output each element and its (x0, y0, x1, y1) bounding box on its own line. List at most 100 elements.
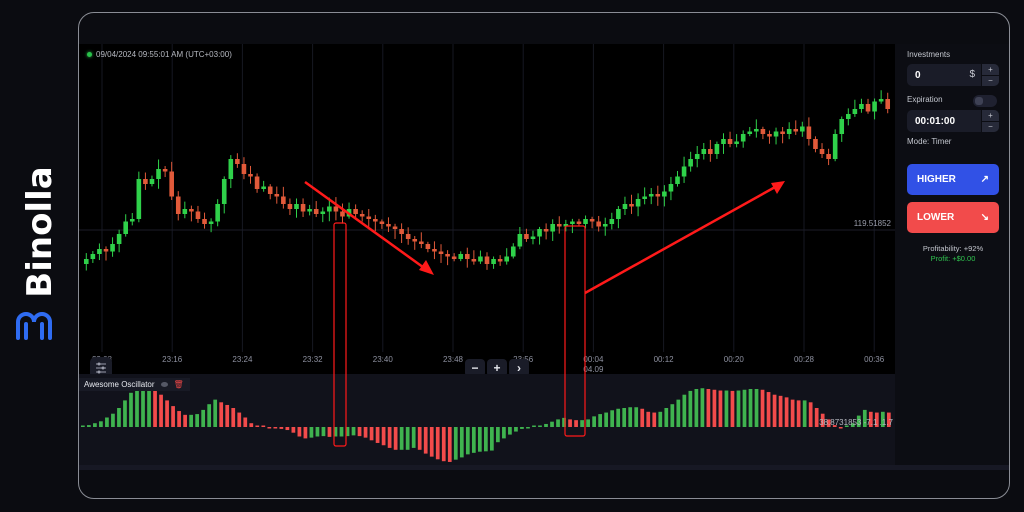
oscillator-bar-down (219, 402, 224, 427)
investment-plus-button[interactable]: + (982, 64, 999, 76)
oscillator-bar-up (508, 427, 512, 435)
oscillator-bar-down (706, 389, 711, 427)
candle-down (248, 174, 253, 177)
candle-up (537, 229, 542, 237)
oscillator-bar-up (141, 389, 145, 427)
candle-down (281, 196, 286, 204)
oscillator-bar-down (718, 390, 723, 427)
candle-down (471, 259, 477, 262)
candle-up (747, 131, 753, 134)
candlestick-chart[interactable]: 23:0823:1623:2423:3223:4023:4823:5600:04… (79, 44, 895, 379)
oscillator-bar-down (249, 423, 254, 427)
oscillator-header: Awesome Oscillator 🗑 (79, 378, 190, 391)
candle-up (136, 179, 142, 219)
oscillator-bar-up (459, 427, 464, 458)
time-tick-label: 23:16 (162, 355, 183, 364)
oscillator-bar-up (658, 411, 663, 427)
oscillator-bar-up (598, 414, 603, 427)
profit-text: Profit: +$0.00 (930, 254, 976, 263)
price-label: 119.51852 (854, 219, 892, 228)
eye-icon[interactable] (160, 382, 168, 387)
oscillator-bar-down (435, 427, 440, 460)
higher-label: HIGHER (917, 174, 956, 185)
candle-up (583, 219, 588, 224)
oscillator-bar-down (778, 395, 783, 427)
candle-up (773, 131, 779, 137)
oscillator-bar-down (375, 427, 380, 443)
trash-icon[interactable]: 🗑 (174, 380, 184, 389)
binolla-logo-icon (16, 312, 52, 340)
oscillator-bar-down (814, 408, 819, 427)
candle-down (589, 219, 595, 222)
candle-up (694, 154, 700, 159)
oscillator-bar-down (303, 427, 308, 439)
oscillator-bar-down (429, 427, 434, 457)
candle-up (570, 221, 575, 224)
highlight-box-1 (333, 222, 347, 374)
oscillator-bar-down (574, 420, 578, 427)
candle-up (602, 224, 608, 227)
candle-down (826, 154, 831, 159)
investment-input[interactable]: 0 $ + − (907, 64, 999, 86)
candle-up (662, 191, 667, 197)
candle-up (832, 134, 838, 159)
time-tick-label: 23:24 (232, 355, 253, 364)
candle-up (622, 204, 628, 209)
investment-minus-button[interactable]: − (982, 75, 999, 86)
oscillator-bar-up (453, 427, 458, 460)
expiration-stepper: + − (981, 110, 999, 132)
candle-down (484, 256, 490, 264)
bottom-scrollbar[interactable] (79, 465, 1009, 470)
oscillator-bar-up (195, 414, 200, 427)
oscillator-bar-down (796, 400, 801, 427)
oscillator-bar-down (423, 427, 428, 454)
expiration-value: 00:01:00 (915, 115, 956, 127)
candle-up (550, 224, 555, 232)
oscillator-bar-up (610, 410, 615, 427)
candle-down (708, 149, 713, 154)
candle-down (300, 204, 306, 212)
up-arrow-line (584, 184, 778, 295)
candle-down (819, 149, 825, 154)
candle-up (97, 249, 102, 254)
oscillator-bar-down (297, 427, 302, 437)
oscillator-bar-up (81, 425, 85, 427)
candle-up (458, 254, 464, 259)
oscillator-bar-up (682, 394, 687, 427)
oscillator-bar-down (568, 419, 572, 427)
candle-down (885, 99, 891, 109)
candle-up (510, 246, 516, 257)
lower-button[interactable]: LOWER ↘ (907, 202, 999, 233)
candle-down (425, 244, 431, 249)
candle-down (793, 129, 799, 132)
expiration-mode-toggle[interactable] (973, 95, 997, 107)
candle-up (156, 169, 161, 179)
oscillator-bar-down (381, 427, 386, 446)
oscillator-bar-down (267, 427, 272, 429)
candle-up (83, 259, 89, 264)
candle-down (189, 209, 194, 212)
toggle-knob (975, 97, 983, 105)
oscillator-bar-up (496, 427, 500, 443)
oscillator-bar-down (243, 417, 248, 427)
higher-button[interactable]: HIGHER ↗ (907, 164, 999, 195)
oscillator-bar-up (694, 389, 699, 427)
candle-down (543, 229, 549, 232)
expiration-plus-button[interactable]: + (982, 110, 999, 122)
oscillator-bar-up (99, 421, 103, 427)
expiration-input[interactable]: 00:01:00 + − (907, 110, 999, 132)
oscillator-bar-down (417, 427, 422, 450)
oscillator-bar-down (159, 394, 163, 427)
expiration-minus-button[interactable]: − (982, 121, 999, 132)
candle-up (872, 101, 877, 112)
oscillator-bar-up (724, 390, 729, 427)
candle-down (432, 249, 437, 252)
candle-down (379, 221, 385, 224)
oscillator-bar-down (441, 427, 446, 462)
oscillator-bar-up (207, 404, 212, 427)
candle-down (806, 126, 812, 139)
oscillator-bar-down (357, 427, 362, 437)
oscillator-bar-up (604, 412, 609, 427)
oscillator-bar-up (580, 420, 584, 427)
candle-down (392, 226, 398, 229)
